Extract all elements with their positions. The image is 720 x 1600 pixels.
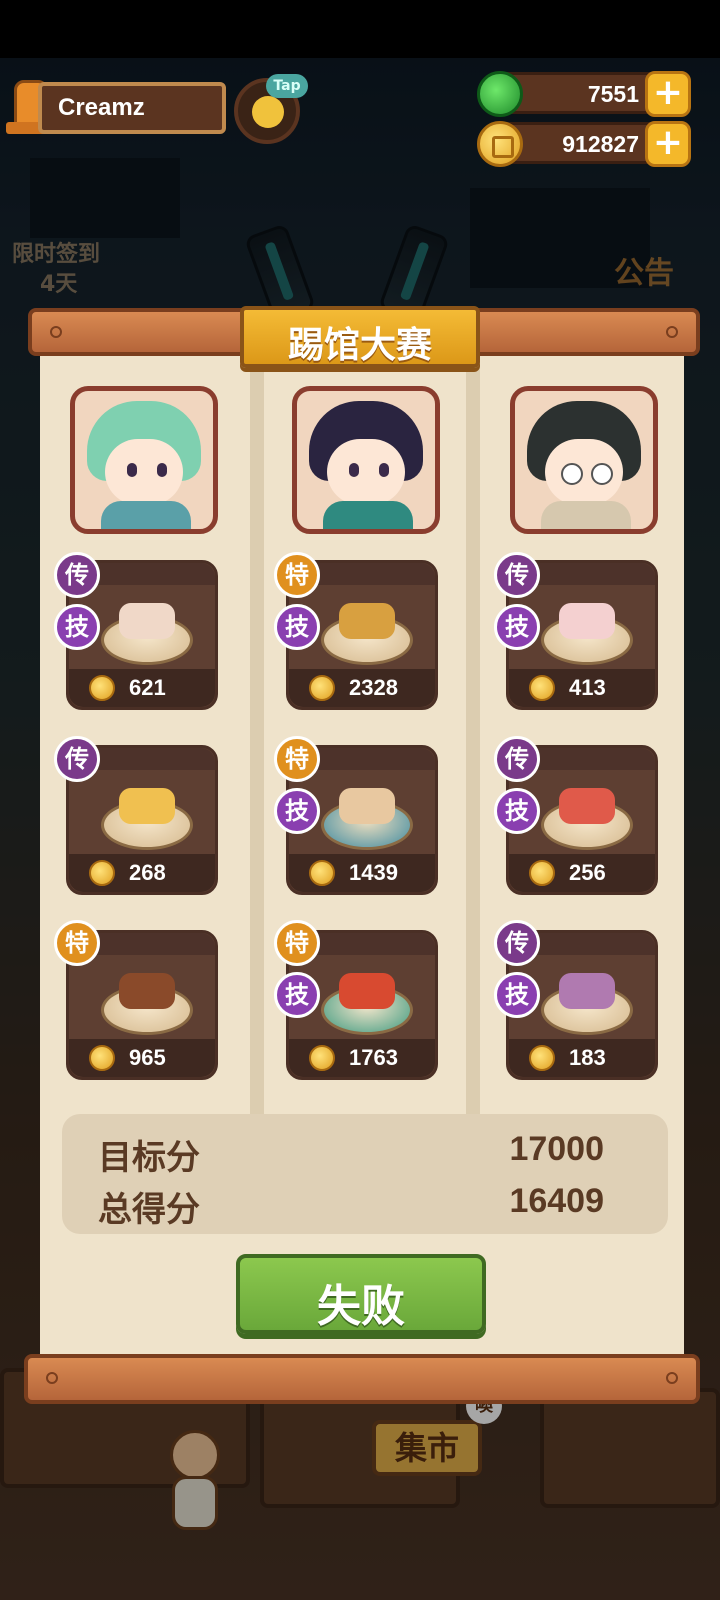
jade-gem-icon [477, 71, 523, 117]
tier-badge: 特 [274, 920, 320, 966]
total-score-value: 16409 [509, 1182, 604, 1220]
dish-score: 621 [129, 675, 166, 700]
dish-score: 1763 [349, 1045, 398, 1070]
coin-icon [89, 1045, 115, 1071]
dish-score: 1439 [349, 860, 398, 885]
tier-badge: 特 [54, 920, 100, 966]
add-coins-button[interactable]: + [645, 121, 691, 167]
score-summary: 目标分 17000 总得分 16409 [62, 1114, 668, 1234]
skill-badge: 技 [494, 604, 540, 650]
skill-badge: 技 [494, 788, 540, 834]
tier-badge: 传 [494, 920, 540, 966]
add-gems-button[interactable]: + [645, 71, 691, 117]
skill-badge: 技 [494, 972, 540, 1018]
gem-value: 7551 [587, 81, 639, 107]
coin-icon [477, 121, 523, 167]
contest-title: 踢馆大赛 [287, 325, 432, 366]
coin-icon [89, 675, 115, 701]
skill-badge: 技 [274, 788, 320, 834]
smiley-icon [252, 96, 284, 128]
target-score-value: 17000 [509, 1130, 604, 1168]
tier-badge: 传 [494, 736, 540, 782]
gem-counter: 7551 + [477, 71, 691, 117]
coin-icon [529, 675, 555, 701]
dish-score: 413 [569, 675, 606, 700]
result-button-label: 失败 [317, 1281, 405, 1332]
coin-icon [309, 1045, 335, 1071]
player-name: Creamz [58, 94, 145, 121]
target-score-label: 目标分 [98, 1138, 200, 1178]
skill-badge: 技 [274, 604, 320, 650]
coin-icon [309, 675, 335, 701]
tier-badge: 传 [494, 552, 540, 598]
tier-badge: 传 [54, 552, 100, 598]
player-name-plate[interactable]: Creamz [38, 82, 226, 134]
skill-badge: 技 [54, 604, 100, 650]
panel-bottom-rail [24, 1354, 700, 1404]
total-score-label: 总得分 [98, 1190, 200, 1230]
dish-score: 183 [569, 1045, 606, 1070]
status-bar [0, 0, 720, 58]
skill-badge: 技 [274, 972, 320, 1018]
coin-icon [529, 860, 555, 886]
tier-badge: 特 [274, 552, 320, 598]
title-plate: 踢馆大赛 [240, 306, 480, 368]
coin-counter: 912827 + [477, 121, 691, 167]
opponent-portrait-2 [292, 386, 440, 534]
coin-value: 912827 [562, 131, 639, 157]
tier-badge: 特 [274, 736, 320, 782]
dish-score: 2328 [349, 675, 398, 700]
column-divider [466, 358, 480, 1114]
coin-icon [89, 860, 115, 886]
dish-score: 256 [569, 860, 606, 885]
coin-icon [309, 860, 335, 886]
coin-icon [529, 1045, 555, 1071]
column-divider [250, 358, 264, 1114]
tap-label: Tap [266, 74, 308, 98]
dish-score: 268 [129, 860, 166, 885]
result-fail-button[interactable]: 失败 [236, 1254, 486, 1334]
dish-score: 965 [129, 1045, 166, 1070]
opponent-portrait-3 [510, 386, 658, 534]
tier-badge: 传 [54, 736, 100, 782]
opponent-portrait-1 [70, 386, 218, 534]
